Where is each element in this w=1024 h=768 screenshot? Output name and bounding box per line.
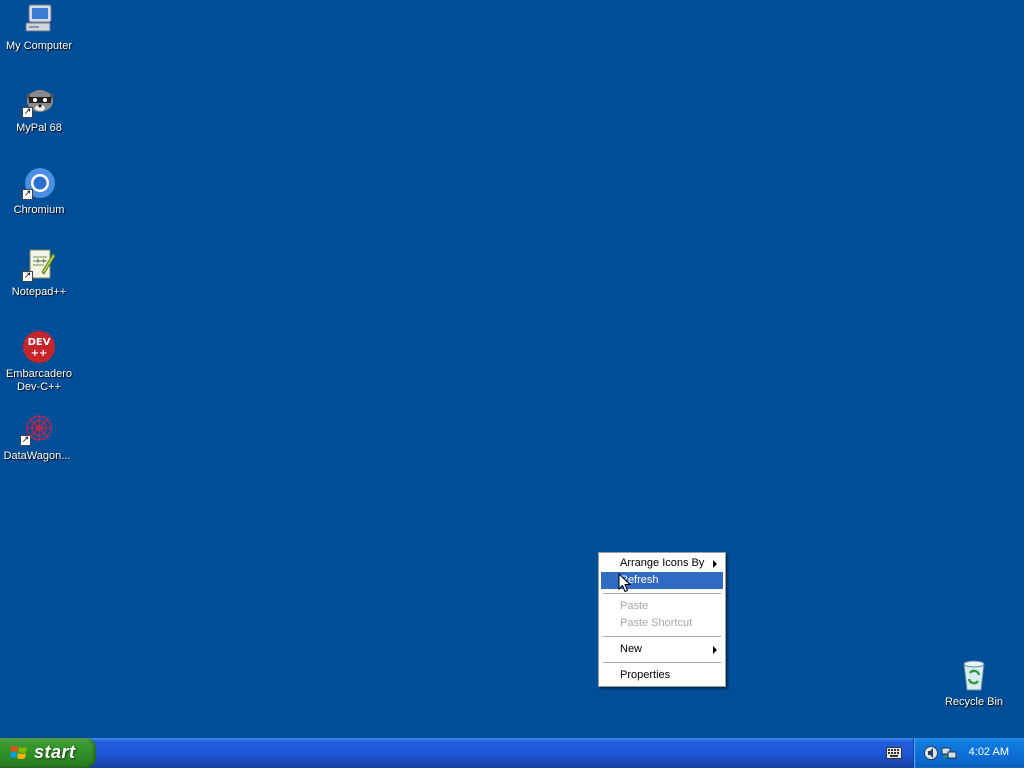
raccoon-icon: ↗: [22, 84, 56, 118]
my-computer-icon: [22, 2, 56, 36]
notepad-plus-plus-icon: ++ ↗: [22, 248, 56, 282]
shortcut-arrow-icon: ↗: [22, 107, 33, 118]
menu-item-paste-shortcut[interactable]: Paste Shortcut: [601, 615, 723, 632]
menu-item-label: Arrange Icons By: [620, 557, 705, 569]
menu-separator: [603, 636, 721, 637]
start-label: start: [34, 742, 76, 762]
desktop-icon-label: DataWagon...: [3, 450, 71, 462]
menu-item-label: Paste Shortcut: [620, 617, 693, 629]
menu-item-label: New: [620, 643, 643, 655]
submenu-arrow-icon: [713, 646, 717, 654]
menu-item-new[interactable]: New: [601, 641, 723, 658]
clock[interactable]: 4:02 AM: [969, 746, 1009, 758]
shortcut-arrow-icon: ↗: [22, 271, 33, 282]
svg-text:++: ++: [31, 348, 48, 359]
menu-separator: [603, 593, 721, 594]
desktop-icon-label: MyPal 68: [16, 122, 62, 134]
dev-cpp-icon: DEV ++: [22, 330, 56, 364]
audio-icon[interactable]: [923, 745, 939, 761]
svg-text:DEV: DEV: [28, 337, 51, 348]
recycle-bin-label: Recycle Bin: [944, 696, 1004, 708]
desktop-icon-chromium[interactable]: ↗ Chromium: [1, 166, 77, 217]
shortcut-arrow-icon: ↗: [22, 189, 33, 200]
start-button[interactable]: start: [0, 738, 96, 768]
desktop-icon-label: Embarcadero Dev-C++: [5, 368, 73, 393]
desktop-icon-recycle-bin[interactable]: Recycle Bin: [936, 658, 1012, 709]
system-tray: 4:02 AM: [913, 738, 1024, 768]
recycle-bin-icon: [957, 658, 991, 692]
desktop[interactable]: My Computer ↗ MyPal 68 ↗ Chromium ++ ↗ N…: [0, 0, 1024, 738]
keyboard-icon[interactable]: [886, 747, 902, 759]
menu-separator: [603, 662, 721, 663]
menu-item-arrange-icons-by[interactable]: Arrange Icons By: [601, 555, 723, 572]
desktop-icon-label: My Computer: [5, 40, 73, 52]
desktop-icon-datawagon[interactable]: ↗ DataWagon...: [0, 412, 75, 463]
submenu-arrow-icon: [713, 560, 717, 568]
desktop-icon-my-computer[interactable]: My Computer: [1, 2, 77, 53]
desktop-icon-notepadpp[interactable]: ++ ↗ Notepad++: [1, 248, 77, 299]
datawagon-icon: ↗: [20, 412, 54, 446]
taskbar: start 4:02 AM: [0, 738, 1024, 768]
windows-logo-icon: [10, 746, 27, 759]
menu-item-paste[interactable]: Paste: [601, 598, 723, 615]
desktop-icon-mypal[interactable]: ↗ MyPal 68: [1, 84, 77, 135]
mouse-cursor-icon: [618, 573, 632, 593]
desktop-icon-devcpp[interactable]: DEV ++ Embarcadero Dev-C++: [1, 330, 77, 394]
network-icon[interactable]: [941, 745, 957, 761]
chromium-icon: ↗: [22, 166, 56, 200]
shortcut-arrow-icon: ↗: [20, 435, 31, 446]
desktop-icon-label: Notepad++: [11, 286, 67, 298]
menu-item-properties[interactable]: Properties: [601, 667, 723, 684]
desktop-icon-label: Chromium: [13, 204, 65, 216]
menu-item-label: Paste: [620, 600, 649, 612]
svg-text:++: ++: [35, 257, 47, 265]
menu-item-label: Properties: [620, 669, 671, 681]
